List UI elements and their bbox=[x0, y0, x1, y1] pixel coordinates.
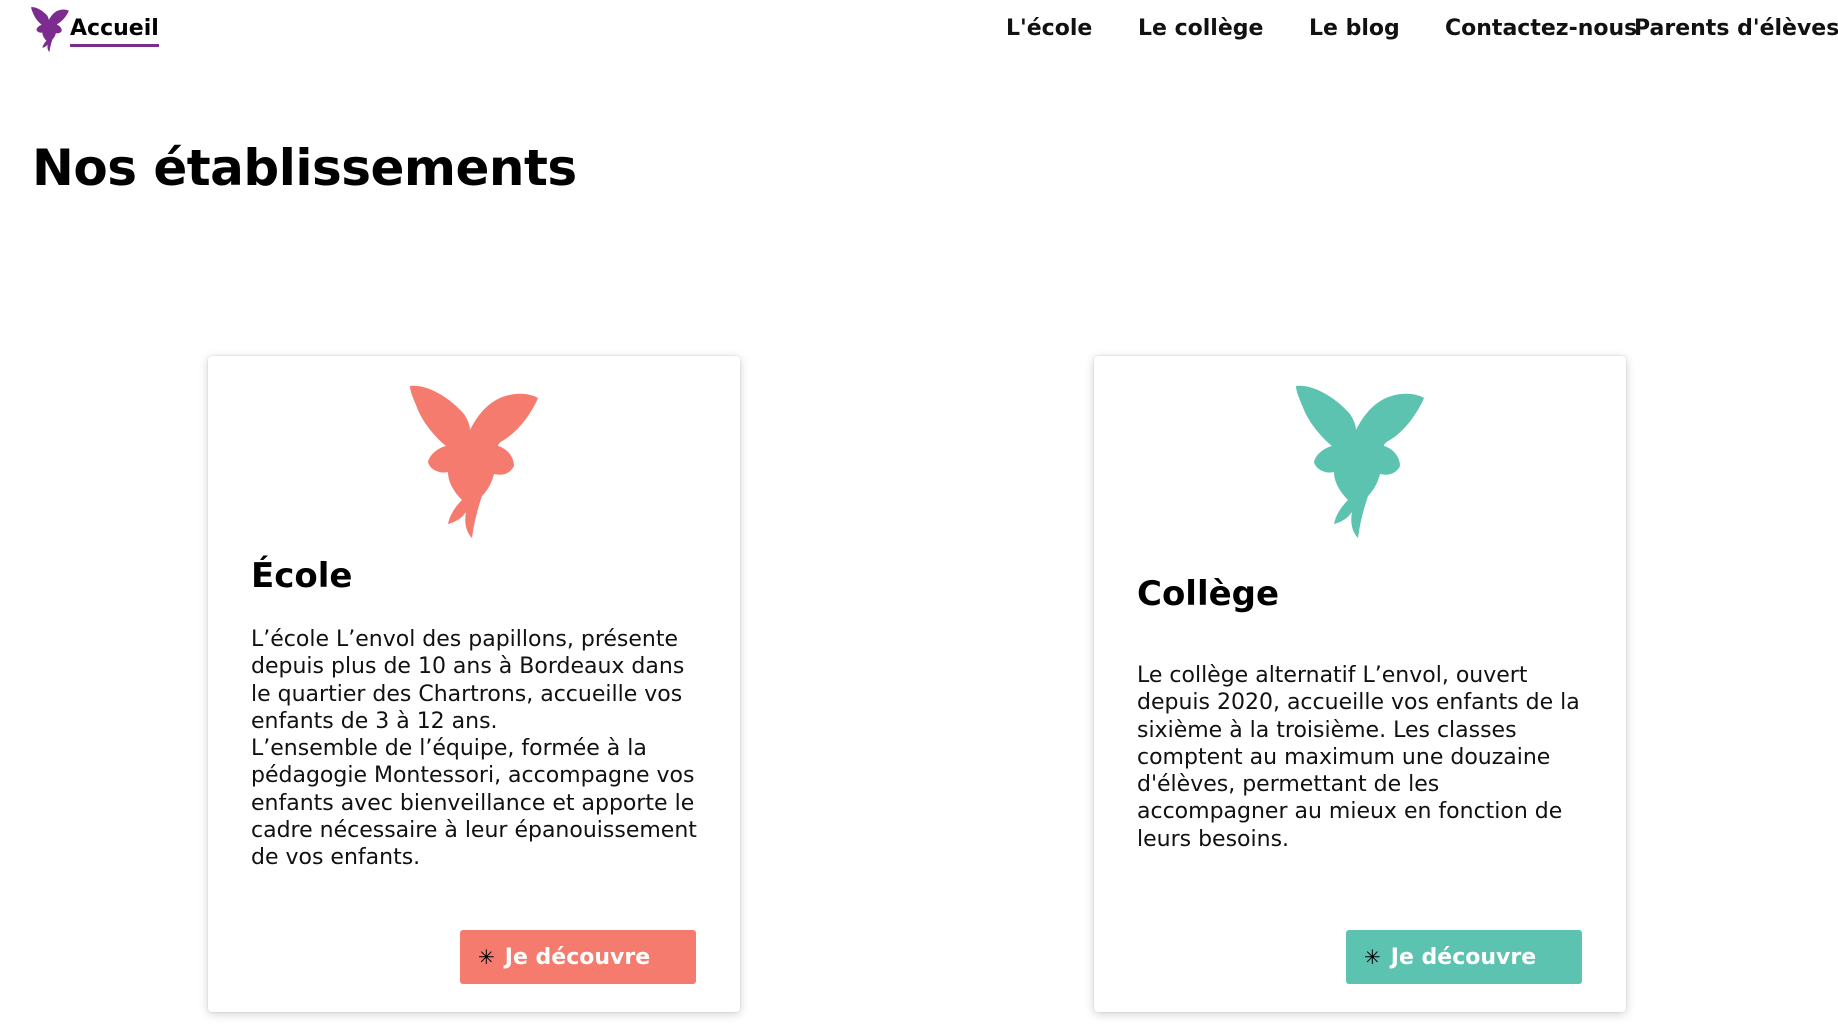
card-ecole: École L’école L’envol des papillons, pré… bbox=[208, 356, 740, 1012]
nav-item-ecole[interactable]: L'école bbox=[1006, 16, 1092, 41]
discover-college-button[interactable]: ✳ Je découvre bbox=[1346, 930, 1582, 984]
nav-item-blog[interactable]: Le blog bbox=[1309, 16, 1400, 41]
nav-item-college[interactable]: Le collège bbox=[1138, 16, 1263, 41]
button-label: Je découvre bbox=[504, 944, 651, 970]
page: Accueil L'école Le collège Le blog Conta… bbox=[0, 0, 1838, 1034]
site-header: Accueil L'école Le collège Le blog Conta… bbox=[0, 0, 1838, 64]
asterisk-icon: ✳ bbox=[478, 945, 495, 969]
card-college: Collège Le collège alternatif L’envol, o… bbox=[1094, 356, 1626, 1012]
card-title: École bbox=[251, 556, 353, 596]
butterfly-fairy-icon bbox=[1296, 385, 1424, 538]
card-description: Le collège alternatif L’envol, ouvert de… bbox=[1137, 663, 1580, 852]
card-title: Collège bbox=[1137, 574, 1280, 614]
nav-item-parents[interactable]: Parents d'élèves bbox=[1634, 16, 1838, 41]
button-label: Je découvre bbox=[1390, 944, 1537, 970]
page-title: Nos établissements bbox=[32, 139, 577, 197]
home-link-label: Accueil bbox=[70, 16, 159, 47]
nav-item-contact[interactable]: Contactez-nous bbox=[1445, 16, 1637, 41]
butterfly-fairy-icon bbox=[31, 7, 69, 52]
butterfly-fairy-icon bbox=[410, 385, 538, 538]
asterisk-icon: ✳ bbox=[1364, 945, 1381, 969]
home-link[interactable]: Accueil bbox=[30, 6, 159, 52]
card-description: L’école L’envol des papillons, présente … bbox=[251, 627, 697, 871]
discover-ecole-button[interactable]: ✳ Je découvre bbox=[460, 930, 696, 984]
